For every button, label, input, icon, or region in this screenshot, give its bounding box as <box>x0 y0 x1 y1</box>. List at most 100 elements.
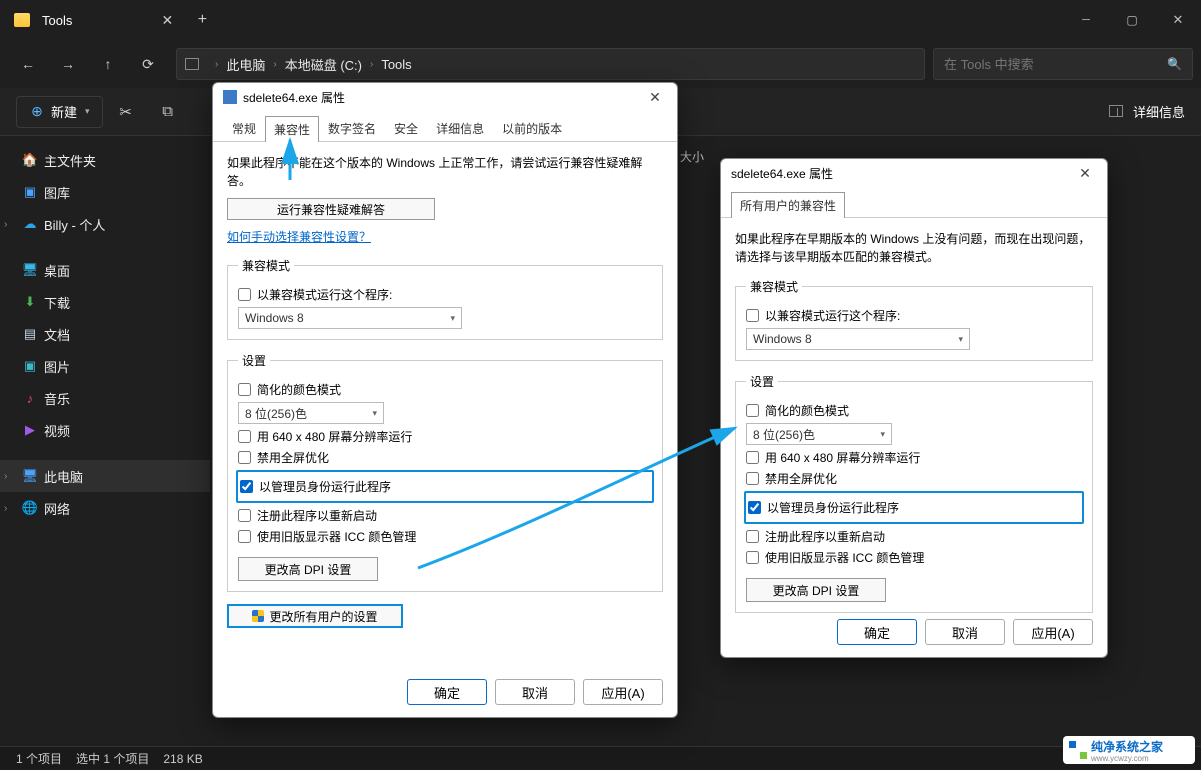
compat-mode-select[interactable]: Windows 8▾ <box>746 328 970 350</box>
run-as-admin-checkbox[interactable]: 以管理员身份运行此程序 <box>748 499 1080 516</box>
change-dpi-button[interactable]: 更改高 DPI 设置 <box>238 557 378 581</box>
close-button[interactable] <box>1155 0 1201 40</box>
music-icon: ♪ <box>22 390 38 406</box>
dialog-body: 如果此程序不能在这个版本的 Windows 上正常工作，请尝试运行兼容性疑难解答… <box>213 142 677 640</box>
sidebar-item-documents[interactable]: ▤文档 <box>0 318 210 350</box>
sidebar-item-downloads[interactable]: ⬇下载 <box>0 286 210 318</box>
document-icon: ▤ <box>22 326 38 342</box>
tab-close-button[interactable]: ✕ <box>152 0 182 40</box>
dialog-close-button[interactable]: ✕ <box>643 89 667 106</box>
ok-button[interactable]: 确定 <box>407 679 487 705</box>
breadcrumb-item[interactable]: 本地磁盘 (C:) <box>285 55 362 74</box>
dialog-titlebar[interactable]: sdelete64.exe 属性 ✕ <box>213 83 677 111</box>
details-pane-button[interactable]: 详细信息 <box>1109 102 1185 121</box>
tab-general[interactable]: 常规 <box>223 115 265 141</box>
tab-area: ✕ + <box>152 0 222 40</box>
chevron-right-icon: › <box>4 219 7 230</box>
sidebar-item-network[interactable]: ›🌐网络 <box>0 492 210 524</box>
sidebar-item-gallery[interactable]: ▣图库 <box>0 176 210 208</box>
apply-button[interactable]: 应用(A) <box>1013 619 1093 645</box>
intro-text: 如果此程序在早期版本的 Windows 上没有问题，而现在出现问题，请选择与该早… <box>735 230 1093 266</box>
sidebar-item-videos[interactable]: ▶视频 <box>0 414 210 446</box>
copy-button[interactable]: ⧉ <box>149 94 187 130</box>
status-size: 218 KB <box>163 752 202 766</box>
tab-all-users-compat[interactable]: 所有用户的兼容性 <box>731 192 845 218</box>
search-input[interactable] <box>944 57 1167 72</box>
change-dpi-button[interactable]: 更改高 DPI 设置 <box>746 578 886 602</box>
dialog-titlebar[interactable]: sdelete64.exe 属性 ✕ <box>721 159 1107 187</box>
tab-previous-versions[interactable]: 以前的版本 <box>493 115 571 141</box>
titlebar: Tools ✕ + <box>0 0 1201 40</box>
column-header-size: 大小 <box>680 148 704 165</box>
breadcrumb-item[interactable]: Tools <box>381 57 411 72</box>
sidebar-item-pictures[interactable]: ▣图片 <box>0 350 210 382</box>
lowres-checkbox[interactable]: 用 640 x 480 屏幕分辨率运行 <box>746 449 1082 466</box>
chevron-down-icon: ▾ <box>450 313 455 324</box>
intro-text: 如果此程序不能在这个版本的 Windows 上正常工作，请尝试运行兼容性疑难解答… <box>227 154 663 190</box>
breadcrumb[interactable]: › 此电脑 › 本地磁盘 (C:) › Tools <box>176 48 925 80</box>
tab-security[interactable]: 安全 <box>385 115 427 141</box>
pc-icon: 🖥 <box>22 468 38 484</box>
tab-digital-signatures[interactable]: 数字签名 <box>319 115 385 141</box>
chevron-down-icon: ▾ <box>880 429 885 440</box>
color-depth-select[interactable]: 8 位(256)色▾ <box>746 423 892 445</box>
compat-mode-checkbox[interactable]: 以兼容模式运行这个程序: <box>746 307 1082 324</box>
dialog-close-button[interactable]: ✕ <box>1073 165 1097 182</box>
compat-mode-select[interactable]: Windows 8▾ <box>238 307 462 329</box>
up-button[interactable]: ↑ <box>88 46 128 82</box>
forward-button[interactable]: → <box>48 46 88 82</box>
cancel-button[interactable]: 取消 <box>925 619 1005 645</box>
refresh-button[interactable]: ⟳ <box>128 46 168 82</box>
lowres-checkbox[interactable]: 用 640 x 480 屏幕分辨率运行 <box>238 428 652 445</box>
new-tab-button[interactable]: + <box>182 0 222 40</box>
new-button-label: 新建 <box>51 102 77 121</box>
watermark-url: www.ycwzy.com <box>1091 755 1163 763</box>
disable-fullscreen-checkbox[interactable]: 禁用全屏优化 <box>746 470 1082 487</box>
breadcrumb-item[interactable]: 此电脑 <box>226 55 265 74</box>
apply-button[interactable]: 应用(A) <box>583 679 663 705</box>
properties-dialog: sdelete64.exe 属性 ✕ 常规 兼容性 数字签名 安全 详细信息 以… <box>212 82 678 718</box>
sidebar-item-onedrive[interactable]: ›☁Billy - 个人 <box>0 208 210 240</box>
back-button[interactable]: ← <box>8 46 48 82</box>
reduced-color-checkbox[interactable]: 简化的颜色模式 <box>746 402 1082 419</box>
sidebar-item-music[interactable]: ♪音乐 <box>0 382 210 414</box>
watermark-logo-icon <box>1069 741 1087 759</box>
troubleshoot-button[interactable]: 运行兼容性疑难解答 <box>227 198 435 220</box>
legacy-icc-checkbox[interactable]: 使用旧版显示器 ICC 颜色管理 <box>746 549 1082 566</box>
sidebar-item-desktop[interactable]: 🖥桌面 <box>0 254 210 286</box>
navbar: ← → ↑ ⟳ › 此电脑 › 本地磁盘 (C:) › Tools <box>0 40 1201 88</box>
register-restart-checkbox[interactable]: 注册此程序以重新启动 <box>238 507 652 524</box>
change-all-users-button[interactable]: 更改所有用户的设置 <box>227 604 403 628</box>
run-as-admin-checkbox[interactable]: 以管理员身份运行此程序 <box>240 478 650 495</box>
minimize-button[interactable] <box>1063 0 1109 40</box>
cut-button[interactable]: ✂ <box>107 94 145 130</box>
reduced-color-checkbox[interactable]: 简化的颜色模式 <box>238 381 652 398</box>
sidebar-item-thispc[interactable]: ›🖥此电脑 <box>0 460 210 492</box>
cancel-button[interactable]: 取消 <box>495 679 575 705</box>
legacy-icc-checkbox[interactable]: 使用旧版显示器 ICC 颜色管理 <box>238 528 652 545</box>
status-selected: 选中 1 个项目 <box>76 750 149 767</box>
register-restart-checkbox[interactable]: 注册此程序以重新启动 <box>746 528 1082 545</box>
tab-details[interactable]: 详细信息 <box>427 115 493 141</box>
gallery-icon: ▣ <box>22 184 38 200</box>
network-icon: 🌐 <box>22 500 38 516</box>
highlight-box: 以管理员身份运行此程序 <box>236 470 654 503</box>
help-link[interactable]: 如何手动选择兼容性设置？ <box>227 228 663 245</box>
search-box[interactable] <box>933 48 1193 80</box>
tab-compatibility[interactable]: 兼容性 <box>265 116 319 142</box>
chevron-down-icon: ▾ <box>958 334 963 345</box>
chevron-right-icon: › <box>4 503 7 514</box>
video-icon: ▶ <box>22 422 38 438</box>
watermark: 纯净系统之家 www.ycwzy.com <box>1063 736 1195 764</box>
settings-legend: 设置 <box>746 373 778 390</box>
disable-fullscreen-checkbox[interactable]: 禁用全屏优化 <box>238 449 652 466</box>
chevron-down-icon: ▾ <box>372 408 377 419</box>
highlight-box: 以管理员身份运行此程序 <box>744 491 1084 524</box>
compat-mode-checkbox[interactable]: 以兼容模式运行这个程序: <box>238 286 652 303</box>
color-depth-select[interactable]: 8 位(256)色▾ <box>238 402 384 424</box>
sidebar-item-home[interactable]: 🏠主文件夹 <box>0 144 210 176</box>
maximize-button[interactable] <box>1109 0 1155 40</box>
ok-button[interactable]: 确定 <box>837 619 917 645</box>
new-button[interactable]: ⊕ 新建 ▾ <box>16 96 103 128</box>
pictures-icon: ▣ <box>22 358 38 374</box>
